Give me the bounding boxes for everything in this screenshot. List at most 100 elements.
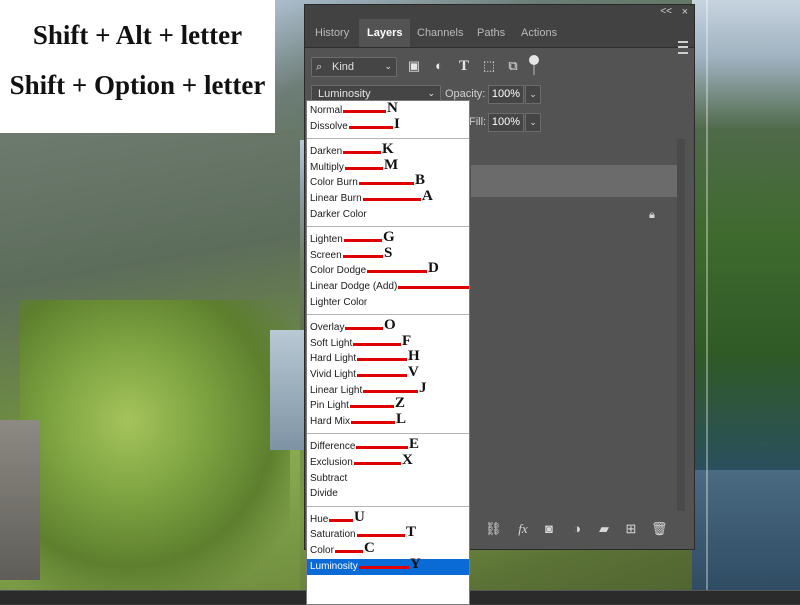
blend-mode-item-normal[interactable]: Normal N <box>307 100 469 119</box>
annotation-line <box>353 342 401 346</box>
blend-mode-item-lighter-color[interactable]: Lighter Color <box>307 295 469 311</box>
blend-mode-label: Saturation <box>310 529 356 541</box>
blend-mode-label: Subtract <box>310 472 348 484</box>
shortcut-key-letter: X <box>402 452 413 468</box>
type-icon[interactable]: T <box>456 58 472 74</box>
blend-mode-item-soft-light[interactable]: Soft Light F <box>307 332 469 352</box>
shortcut-key-letter: E <box>409 436 420 453</box>
annotation-line <box>354 462 401 465</box>
collapse-icon[interactable]: << <box>660 5 672 19</box>
shortcut-key-letter: Y <box>410 555 421 572</box>
shortcut-box: Shift + Alt + letter Shift + Option + le… <box>0 0 275 133</box>
blend-mode-item-subtract[interactable]: Subtract <box>307 471 469 487</box>
blend-mode-item-color[interactable]: Color C <box>307 540 469 559</box>
blend-mode-label: Vivid Light <box>310 369 356 380</box>
tab-history[interactable]: History <box>307 19 357 47</box>
blend-mode-item-pin-light[interactable]: Pin Light Z <box>307 395 469 414</box>
smart-object-icon[interactable]: ⧉ <box>505 58 521 74</box>
close-icon[interactable]: × <box>682 5 688 19</box>
blend-mode-item-dissolve[interactable]: Dissolve I <box>307 116 469 135</box>
opacity-dropdown-icon[interactable]: ⌄ <box>525 85 541 104</box>
blend-mode-label: Pin Light <box>310 400 349 412</box>
shortcut-key-letter: N <box>387 100 398 116</box>
blend-mode-item-color-burn[interactable]: Color Burn B <box>307 172 469 191</box>
annotation-line <box>398 286 469 289</box>
panel-title-bar: << × <box>305 5 694 19</box>
shape-icon[interactable]: ⬚ <box>481 58 497 74</box>
annotation-line <box>329 518 353 522</box>
annotation-line <box>349 125 393 129</box>
annotation-line <box>359 182 414 186</box>
blend-mode-item-color-dodge[interactable]: Color Dodge D <box>307 260 469 279</box>
filter-toggle-stem <box>533 65 535 75</box>
tab-paths[interactable]: Paths <box>469 19 513 47</box>
shortcut-key-letter: V <box>408 364 419 380</box>
blend-mode-item-multiply[interactable]: Multiply M <box>307 156 469 176</box>
adjustment-layer-icon[interactable]: ◑ <box>569 521 585 537</box>
blend-mode-item-exclusion[interactable]: Exclusion X <box>307 452 469 471</box>
fill-dropdown-icon[interactable]: ⌄ <box>525 113 541 132</box>
shortcut-key-letter: M <box>384 156 399 173</box>
blend-mode-item-screen[interactable]: Screen S <box>307 245 469 264</box>
blend-mode-label: Luminosity <box>310 560 358 572</box>
group-separator <box>307 314 469 316</box>
blend-mode-label: Normal <box>310 105 343 116</box>
mask-icon[interactable]: ◙ <box>541 521 557 537</box>
chevron-down-icon: ⌄ <box>384 61 392 71</box>
blend-mode-item-hard-light[interactable]: Hard Light H <box>307 348 469 367</box>
blend-mode-label: Difference <box>310 441 356 453</box>
image-icon[interactable]: ▣ <box>406 58 422 74</box>
adjustment-icon[interactable]: ◐ <box>431 58 447 74</box>
blend-mode-item-linear-burn[interactable]: Linear Burn A <box>307 188 469 207</box>
shortcut-key-letter: F <box>402 332 412 349</box>
shortcut-key-letter: A <box>422 188 433 204</box>
annotation-line <box>343 110 386 113</box>
shortcut-mac: Shift + Option + letter <box>9 70 266 100</box>
blend-mode-item-linear-dodge-add[interactable]: Linear Dodge (Add)W <box>307 279 469 295</box>
kind-filter-select[interactable]: ⌕ Kind ⌄ <box>311 57 397 77</box>
shortcut-key-letter: J <box>419 379 427 396</box>
blend-mode-label: Linear Dodge (Add) <box>310 281 398 292</box>
blend-mode-item-difference[interactable]: Difference E <box>307 436 469 455</box>
annotation-line <box>350 405 394 409</box>
blend-mode-item-divide[interactable]: Divide <box>307 486 469 502</box>
tab-channels[interactable]: Channels <box>409 19 471 47</box>
blend-mode-item-vivid-light[interactable]: Vivid Light V <box>307 364 469 383</box>
blend-mode-label: Multiply <box>310 161 344 173</box>
fill-field[interactable]: 100% <box>488 113 524 132</box>
shortcut-key-letter: K <box>382 141 394 158</box>
blend-mode-item-hard-mix[interactable]: Hard Mix L <box>307 411 469 430</box>
annotation-line <box>343 254 383 258</box>
annotation-line <box>335 550 363 553</box>
filter-toggle-icon[interactable] <box>529 55 539 65</box>
blend-mode-label: Linear Burn <box>310 193 362 204</box>
new-layer-icon[interactable]: ⊞ <box>623 521 639 537</box>
kind-label: Kind <box>332 61 355 73</box>
annotation-line <box>363 389 418 393</box>
trash-icon[interactable]: 🗑︎ <box>651 521 668 537</box>
tab-actions[interactable]: Actions <box>513 19 565 47</box>
shortcut-key-letter: C <box>364 540 375 556</box>
annotation-line <box>351 420 395 424</box>
tab-layers[interactable]: Layers <box>359 19 411 47</box>
blend-mode-label: Color <box>310 545 334 556</box>
link-icon[interactable]: ⛓ <box>485 521 502 537</box>
layers-scrollbar[interactable] <box>677 139 685 511</box>
blend-mode-item-darker-color[interactable]: Darker Color <box>307 207 469 223</box>
blend-mode-item-linear-light[interactable]: Linear Light J <box>307 379 469 399</box>
opacity-field[interactable]: 100% <box>488 85 524 104</box>
blend-mode-label: Color Dodge <box>310 265 367 277</box>
panel-menu-icon[interactable] <box>678 41 688 54</box>
lock-icon[interactable]: 🔒︎ <box>649 209 661 221</box>
annotation-line <box>359 565 409 569</box>
fx-icon[interactable]: fx <box>515 521 531 537</box>
blend-mode-label: Darker Color <box>310 208 367 220</box>
shortcut-key-letter: U <box>354 508 365 525</box>
blend-mode-item-overlay[interactable]: Overlay O <box>307 317 469 336</box>
layer-row[interactable] <box>471 165 677 197</box>
folder-icon[interactable]: ▰ <box>596 521 612 537</box>
blend-mode-item-luminosity[interactable]: Luminosity Y <box>307 555 469 575</box>
blend-mode-label: Linear Light <box>310 384 363 396</box>
blend-mode-item-saturation[interactable]: Saturation T <box>307 524 469 543</box>
blend-mode-item-hue[interactable]: Hue U <box>307 508 469 528</box>
